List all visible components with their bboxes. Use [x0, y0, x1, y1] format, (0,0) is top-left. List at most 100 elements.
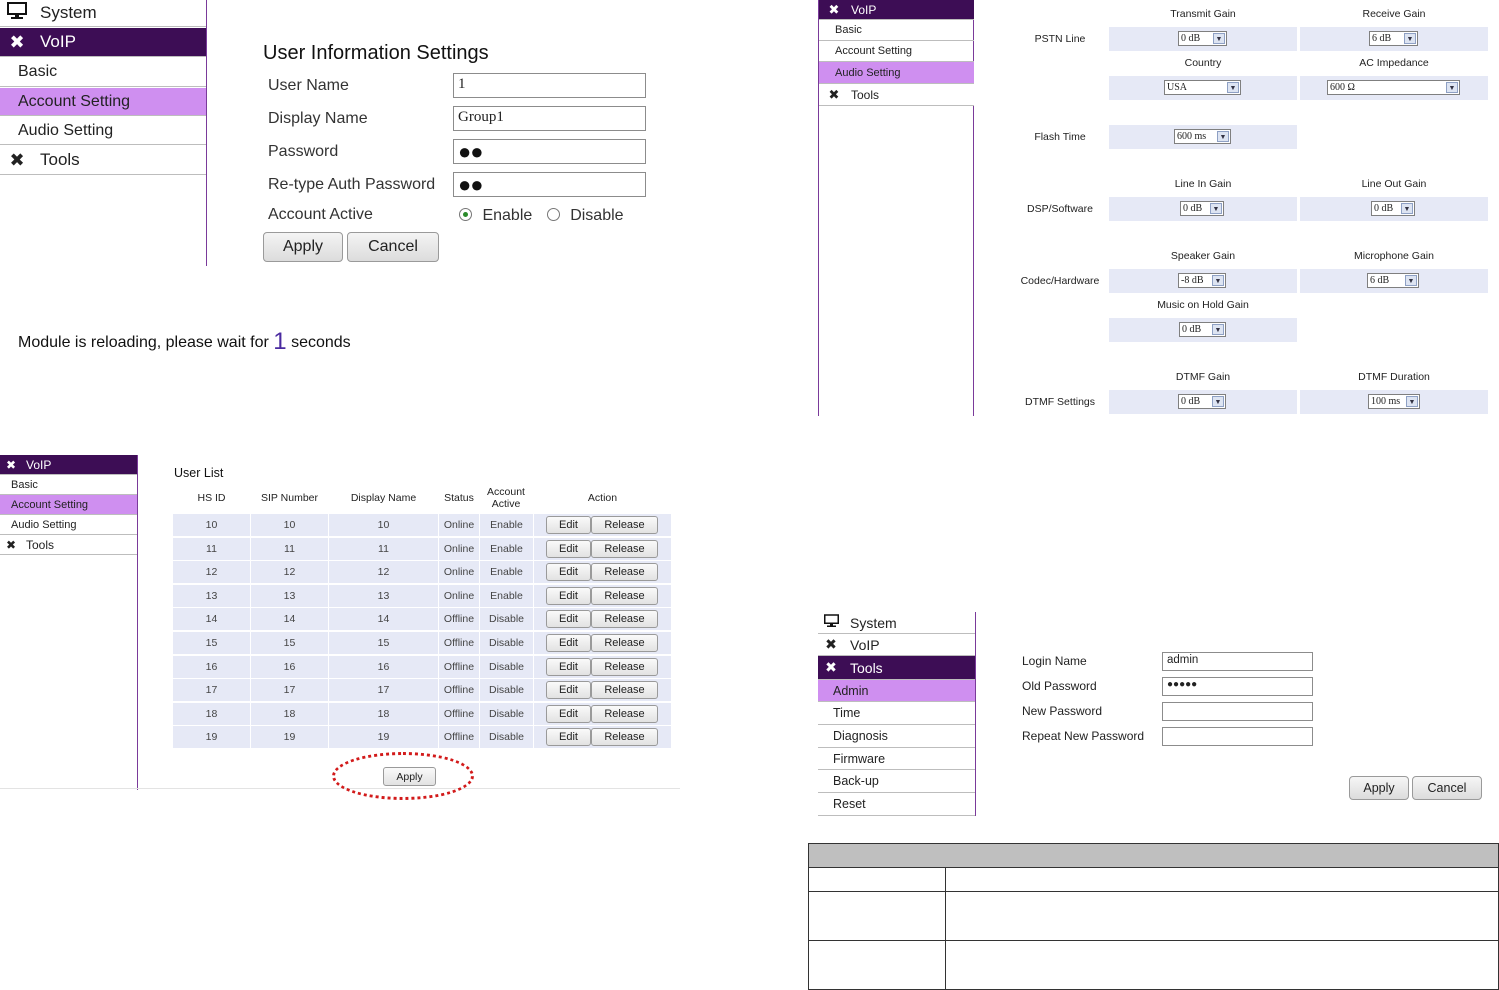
edit-button[interactable]: Edit — [546, 634, 591, 652]
new-password-input[interactable] — [1162, 702, 1313, 721]
edit-button[interactable]: Edit — [546, 516, 591, 534]
nav-time[interactable]: Time — [818, 702, 975, 725]
apply-button[interactable]: Apply — [263, 232, 343, 262]
nav-account-setting-label: Account Setting — [18, 92, 131, 110]
line-out-gain-select[interactable]: 0 dB ▼ — [1371, 201, 1415, 216]
dtmf-duration-select[interactable]: 100 ms ▼ — [1368, 394, 1420, 409]
edit-button[interactable]: Edit — [546, 610, 591, 628]
release-button[interactable]: Release — [591, 705, 658, 723]
dtmf-gain-label: DTMF Gain — [1175, 371, 1231, 383]
nav-system[interactable]: System — [818, 612, 975, 634]
release-button[interactable]: Release — [591, 728, 658, 746]
annotation-circle — [332, 752, 474, 800]
cell-action: Edit Release — [534, 585, 671, 607]
nav-voip[interactable]: ✖ VoIP — [0, 455, 137, 475]
cell-sip-number: 17 — [251, 679, 328, 701]
release-button[interactable]: Release — [591, 563, 658, 581]
dtmf-gain-select[interactable]: 0 dB ▼ — [1178, 394, 1226, 409]
table-row: 15 15 15 Offline Disable Edit Release — [173, 632, 671, 654]
nav-voip[interactable]: ✖ VoIP — [819, 0, 974, 20]
cell-hs-id: 10 — [173, 514, 250, 536]
release-button[interactable]: Release — [591, 587, 658, 605]
dtmf-duration-label: DTMF Duration — [1358, 371, 1430, 383]
release-button[interactable]: Release — [591, 681, 658, 699]
microphone-gain-select[interactable]: 6 dB ▼ — [1367, 273, 1419, 288]
nav-audio-setting[interactable]: Audio Setting — [0, 515, 137, 535]
col-status: Status — [444, 492, 474, 504]
line-in-gain-value: 0 dB — [1183, 203, 1203, 214]
nav-tools[interactable]: ✖ Tools — [819, 84, 974, 106]
nav-account-setting[interactable]: Account Setting — [0, 88, 206, 116]
cell-hs-id: 11 — [173, 538, 250, 560]
nav-audio-setting[interactable]: Audio Setting — [819, 62, 974, 84]
nav-system[interactable]: System — [0, 0, 206, 27]
edit-button[interactable]: Edit — [546, 563, 591, 581]
transmit-gain-select[interactable]: 0 dB ▼ — [1178, 31, 1227, 46]
cell-display-name: 18 — [329, 703, 438, 725]
nav-admin[interactable]: Admin — [818, 680, 975, 702]
cell-action: Edit Release — [534, 703, 671, 725]
nav-account-setting[interactable]: Account Setting — [0, 495, 137, 515]
account-active-label: Account Active — [268, 206, 373, 223]
nav-voip-label: VoIP — [851, 2, 877, 17]
edit-button[interactable]: Edit — [546, 587, 591, 605]
cell-sip-number: 12 — [251, 561, 328, 583]
flash-time-select[interactable]: 600 ms ▼ — [1174, 129, 1231, 144]
nav-tools[interactable]: ✖ Tools — [0, 146, 206, 175]
release-button[interactable]: Release — [591, 540, 658, 558]
release-button[interactable]: Release — [591, 634, 658, 652]
nav-voip[interactable]: ✖ VoIP — [0, 28, 206, 57]
music-on-hold-gain-select[interactable]: 0 dB ▼ — [1179, 322, 1226, 337]
retype-password-input[interactable]: ●● — [453, 172, 646, 197]
cell-action: Edit Release — [534, 632, 671, 654]
nav-basic[interactable]: Basic — [0, 58, 206, 87]
dropdown-arrow-icon: ▼ — [1405, 275, 1417, 286]
nav-firmware[interactable]: Firmware — [818, 748, 975, 770]
display-name-input[interactable]: Group1 — [453, 106, 646, 131]
nav-tools[interactable]: ✖ Tools — [0, 535, 137, 555]
cell-hs-id: 19 — [173, 726, 250, 748]
repeat-password-input[interactable] — [1162, 727, 1313, 746]
user-name-input[interactable]: 1 — [453, 73, 646, 98]
admin-apply-button[interactable]: Apply — [1349, 776, 1409, 800]
nav-voip[interactable]: ✖ VoIP — [818, 634, 975, 656]
tools-icon: ✖ — [9, 149, 25, 170]
edit-button[interactable]: Edit — [546, 658, 591, 676]
nav-basic[interactable]: Basic — [0, 475, 137, 495]
login-name-input[interactable]: admin — [1162, 652, 1313, 671]
cell-account-active: Disable — [480, 679, 533, 701]
ac-impedance-label: AC Impedance — [1359, 57, 1429, 69]
disable-radio[interactable] — [546, 208, 560, 221]
old-password-input[interactable]: ●●●●● — [1162, 677, 1313, 696]
account-active-radios: Enable Disable — [459, 207, 624, 225]
nav-audio-setting[interactable]: Audio Setting — [0, 117, 206, 145]
cell-status: Offline — [439, 703, 479, 725]
cell-action: Edit Release — [534, 679, 671, 701]
line-in-gain-select[interactable]: 0 dB ▼ — [1180, 201, 1224, 216]
nav-reset[interactable]: Reset — [818, 793, 975, 816]
password-input[interactable]: ●● — [453, 139, 646, 164]
enable-radio[interactable] — [459, 208, 472, 221]
cell-sip-number: 13 — [251, 585, 328, 607]
nav-tools[interactable]: ✖ Tools — [818, 656, 975, 680]
edit-button[interactable]: Edit — [546, 681, 591, 699]
country-select[interactable]: USA ▼ — [1164, 80, 1241, 95]
ac-impedance-select[interactable]: 600 Ω ▼ — [1327, 80, 1460, 95]
nav-account-setting[interactable]: Account Setting — [819, 41, 974, 62]
nav-backup[interactable]: Back-up — [818, 770, 975, 793]
speaker-gain-select[interactable]: -8 dB ▼ — [1178, 273, 1226, 288]
release-button[interactable]: Release — [591, 516, 658, 534]
edit-button[interactable]: Edit — [546, 540, 591, 558]
cell-status: Offline — [439, 679, 479, 701]
nav-diagnosis[interactable]: Diagnosis — [818, 725, 975, 748]
release-button[interactable]: Release — [591, 610, 658, 628]
edit-button[interactable]: Edit — [546, 728, 591, 746]
release-button[interactable]: Release — [591, 658, 658, 676]
nav-basic[interactable]: Basic — [819, 20, 974, 41]
cancel-button[interactable]: Cancel — [347, 232, 439, 262]
line-out-gain-cell: 0 dB ▼ — [1300, 197, 1488, 221]
admin-cancel-button[interactable]: Cancel — [1412, 776, 1482, 800]
empty-table-header — [809, 844, 1498, 868]
edit-button[interactable]: Edit — [546, 705, 591, 723]
receive-gain-select[interactable]: 6 dB ▼ — [1369, 31, 1418, 46]
